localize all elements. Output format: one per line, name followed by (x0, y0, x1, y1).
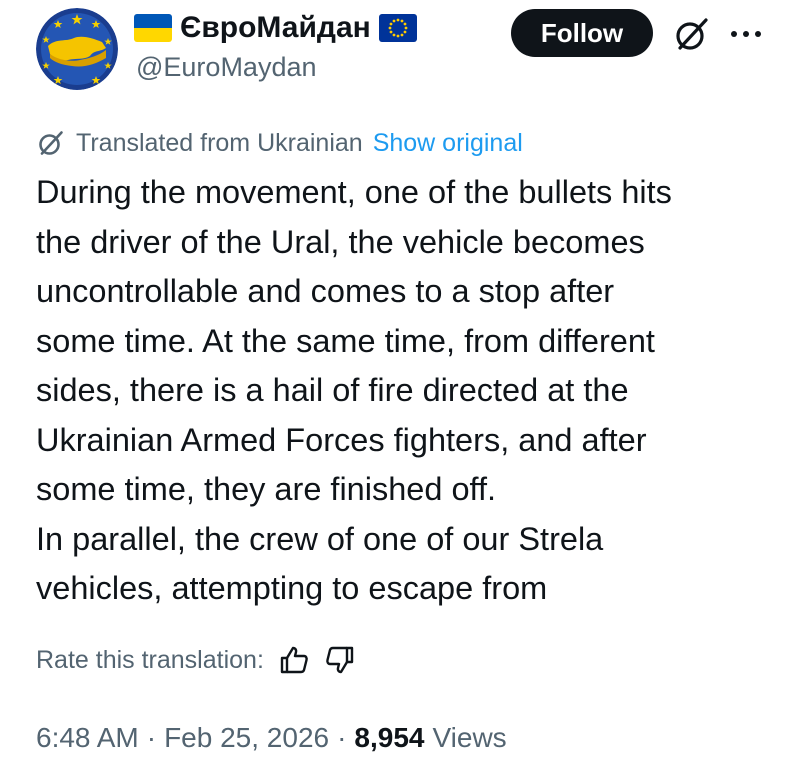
tweet-meta: 6:48 AM · Feb 25, 2026 · 8,954 Views (36, 718, 507, 758)
tweet-time[interactable]: 6:48 AM (36, 722, 139, 754)
tweet-line: vehicles, attempting to escape from (36, 570, 548, 606)
tweet-line: some time, they are finished off. (36, 471, 497, 507)
euromaydan-logo (36, 8, 118, 90)
tweet-header: ЄвроМайдан @EuroMaydan Follow (0, 0, 800, 110)
views-count[interactable]: 8,954 (354, 722, 424, 754)
tweet-text: During the movement, one of the bullets … (36, 168, 776, 614)
tweet-line: sides, there is a hail of fire directed … (36, 372, 629, 408)
rate-translation: Rate this translation: (36, 640, 356, 680)
ukraine-flag-icon (134, 14, 172, 42)
author-avatar[interactable] (36, 8, 118, 90)
translation-notice: Translated from Ukrainian Show original (36, 126, 523, 160)
author-handle[interactable]: @EuroMaydan (136, 52, 317, 83)
meta-separator: · (337, 722, 347, 753)
views-label: Views (432, 722, 507, 753)
grok-translate-icon (39, 131, 63, 155)
rate-translation-label: Rate this translation: (36, 645, 264, 674)
show-original-link[interactable]: Show original (373, 129, 523, 158)
translated-from-label: Translated from Ukrainian (76, 128, 363, 157)
grok-icon[interactable] (672, 14, 712, 54)
thumbs-up-icon[interactable] (278, 644, 310, 676)
eu-flag-icon (378, 14, 417, 42)
tweet-line: Ukrainian Armed Forces fighters, and aft… (36, 421, 647, 458)
tweet-line: In parallel, the crew of one of our Stre… (36, 520, 604, 557)
tweet-date[interactable]: Feb 25, 2026 (164, 722, 329, 754)
author-name-row: ЄвроМайдан (134, 10, 417, 46)
author-display-name[interactable]: ЄвроМайдан (180, 11, 371, 45)
follow-button[interactable]: Follow (511, 9, 653, 57)
tweet-line: uncontrollable and comes to a stop after (36, 273, 615, 309)
tweet-line: the driver of the Ural, the vehicle beco… (36, 223, 645, 260)
tweet-line: some time. At the same time, from differ… (36, 322, 655, 359)
thumbs-down-icon[interactable] (324, 644, 356, 676)
meta-separator: · (146, 722, 157, 753)
tweet-line: During the movement, one of the bullets … (36, 174, 672, 210)
more-icon[interactable] (729, 24, 763, 44)
